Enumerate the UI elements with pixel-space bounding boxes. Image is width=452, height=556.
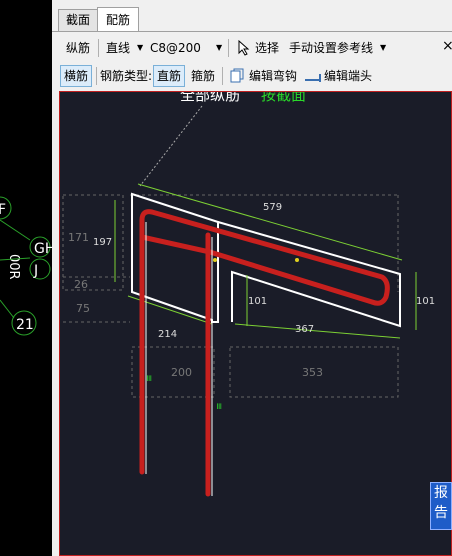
dim-579: 579	[263, 202, 282, 213]
rebar-marker: ≡	[215, 402, 225, 410]
dim-200: 200	[171, 366, 192, 379]
manual-reference-line-button[interactable]: 手动设置参考线	[289, 38, 373, 58]
edit-hook-button[interactable]: 编辑弯钩	[249, 66, 297, 86]
axis-label-gh: GH	[34, 241, 52, 257]
canvas-title-all-bars: 全部纵筋	[180, 92, 240, 104]
toolbar-secondary: 横筋 钢筋类型: 直筋 箍筋 编辑弯钩 编辑端头	[52, 64, 452, 88]
dim-101-right: 101	[416, 296, 435, 307]
line-mode-select[interactable]: 直线	[106, 38, 130, 58]
cursor-arrow-icon	[238, 40, 250, 56]
report-label-2: 告	[434, 505, 448, 521]
rebar-drawing-canvas[interactable]: 全部纵筋 按截面 171 26 75 200 353 579 197 214 1…	[59, 91, 452, 556]
chevron-down-icon[interactable]: ▼	[216, 43, 222, 52]
rebar-node	[213, 258, 217, 262]
axis-label-f: F	[0, 202, 6, 218]
tab-bar: 截面 配筋	[52, 7, 452, 32]
stirrup-button[interactable]: 箍筋	[191, 66, 215, 86]
straight-bar-button[interactable]: 直筋	[153, 65, 186, 87]
rebar-3d-drawing: 全部纵筋 按截面 171 26 75 200 353 579 197 214 1…	[62, 92, 435, 497]
toolbar-divider	[222, 67, 223, 85]
rebar-highlight	[145, 222, 213, 496]
axis-grid-labels: F GH J 21 00R	[0, 196, 52, 336]
toolbar-primary: 纵筋 直线 ▼ C8@200 ▼ 选择 手动设置参考线 ▼ ×	[52, 36, 452, 62]
toolbar-divider	[228, 39, 229, 57]
dim-26: 26	[74, 278, 88, 291]
bar-type-label: 钢筋类型:	[100, 69, 153, 83]
horizontal-bar-button[interactable]: 横筋	[60, 65, 93, 87]
canvas-title-by-section: 按截面	[261, 92, 306, 104]
axis-label-j: J	[33, 263, 38, 279]
dim-353: 353	[302, 366, 323, 379]
report-button[interactable]: 报 告	[430, 482, 452, 530]
select-button[interactable]: 选择	[255, 38, 279, 58]
axis-label-vertical: 00R	[6, 254, 21, 280]
edit-end-icon	[305, 74, 321, 82]
rebar-panel: 截面 配筋 纵筋 直线 ▼ C8@200 ▼ 选择 手动设置参考线 ▼ × 横筋…	[52, 0, 452, 556]
spec-input[interactable]: C8@200	[150, 38, 201, 58]
dim-214: 214	[158, 329, 177, 340]
left-drawing-canvas[interactable]: F GH J 21 00R	[0, 0, 52, 556]
longitudinal-bar-button[interactable]: 纵筋	[66, 38, 90, 58]
dim-101-left: 101	[248, 296, 267, 307]
rebar-bars	[139, 209, 390, 497]
chevron-down-icon[interactable]: ▼	[137, 43, 143, 52]
dim-197: 197	[93, 237, 112, 248]
rebar-node	[295, 258, 299, 262]
edit-end-button[interactable]: 编辑端头	[324, 66, 372, 86]
toolbar-divider	[96, 67, 97, 85]
dim-75: 75	[76, 302, 90, 315]
toolbar-divider	[98, 39, 99, 57]
close-icon[interactable]: ×	[442, 36, 452, 56]
rebar-marker: ≡	[145, 374, 155, 382]
dim-367: 367	[295, 324, 314, 335]
tab-reinforcement[interactable]: 配筋	[97, 7, 139, 31]
edit-hook-icon	[230, 68, 244, 83]
report-label-1: 报	[434, 485, 448, 501]
axis-label-21: 21	[16, 317, 34, 333]
dim-171-faded: 171	[68, 231, 89, 244]
tab-section[interactable]: 截面	[58, 9, 98, 31]
chevron-down-icon[interactable]: ▼	[380, 43, 386, 52]
